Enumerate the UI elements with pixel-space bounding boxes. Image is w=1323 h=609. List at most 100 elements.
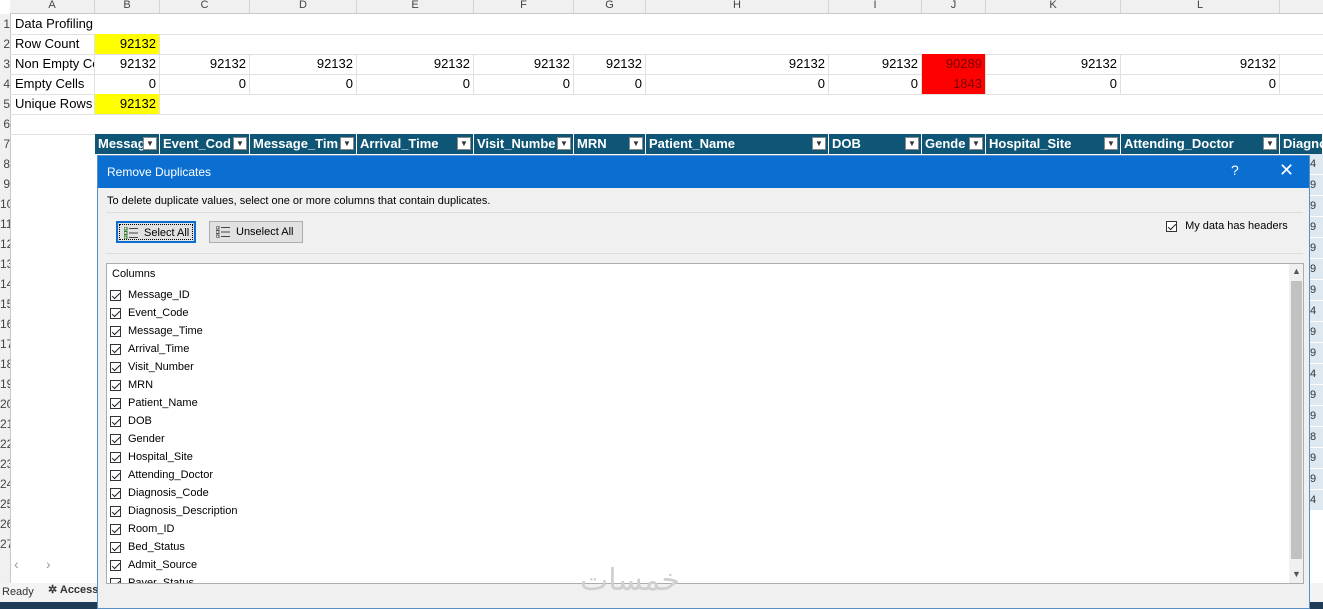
checkbox-checked-icon[interactable] — [1166, 220, 1177, 232]
unique-rows-value[interactable]: 92132 — [95, 94, 160, 114]
filter-dropdown-icon[interactable]: ▼ — [629, 137, 643, 150]
column-list-item[interactable]: Arrival_Time — [110, 340, 189, 358]
table-header-cell[interactable]: Arrival_Time ▼ — [357, 134, 474, 154]
empty-cells-value[interactable]: 0 — [357, 74, 474, 94]
help-button[interactable]: ? — [1231, 162, 1239, 178]
table-header-cell[interactable]: Gende ▼ — [922, 134, 986, 154]
empty-cells-label[interactable]: Empty Cells — [15, 74, 95, 94]
unique-rows-label[interactable]: Unique Rows — [15, 94, 95, 114]
non-empty-value[interactable]: 92132 — [474, 54, 574, 74]
non-empty-value[interactable]: 92132 — [250, 54, 357, 74]
column-letter[interactable]: K — [986, 0, 1121, 13]
table-header-cell[interactable]: Event_Cod ▼ — [160, 134, 250, 154]
row-number[interactable]: 3 — [0, 54, 10, 74]
column-list-item[interactable]: Diagnosis_Description — [110, 502, 237, 520]
table-cell[interactable]: 9 — [1310, 280, 1323, 301]
table-cell[interactable]: 9 — [1310, 238, 1323, 259]
filter-dropdown-icon[interactable]: ▼ — [340, 137, 354, 150]
row-number[interactable]: 13 — [0, 254, 10, 274]
column-list-item[interactable]: Visit_Number — [110, 358, 194, 376]
row-number[interactable]: 27 — [0, 534, 10, 554]
column-list-item[interactable]: Bed_Status — [110, 538, 185, 556]
profiling-title[interactable]: Data Profiling — [15, 14, 135, 34]
table-cell[interactable]: 9 — [1310, 469, 1323, 490]
table-cell[interactable]: 9 — [1310, 217, 1323, 238]
empty-cells-value[interactable]: 0 — [646, 74, 829, 94]
empty-cells-value[interactable]: 0 — [95, 74, 160, 94]
table-cell[interactable]: 4 — [1310, 301, 1323, 322]
accessibility-status[interactable]: ✲ Access — [48, 583, 98, 596]
checkbox-checked-icon[interactable] — [110, 469, 121, 481]
table-cell[interactable]: 9 — [1310, 196, 1323, 217]
table-cell[interactable]: 8 — [1310, 427, 1323, 448]
checkbox-checked-icon[interactable] — [110, 325, 121, 337]
row-number[interactable]: 18 — [0, 354, 10, 374]
checkbox-checked-icon[interactable] — [110, 415, 121, 427]
row-number[interactable]: 25 — [0, 494, 10, 514]
filter-dropdown-icon[interactable]: ▼ — [457, 137, 471, 150]
filter-dropdown-icon[interactable]: ▼ — [233, 137, 247, 150]
row-number[interactable]: 2 — [0, 34, 10, 54]
non-empty-value[interactable]: 92132 — [95, 54, 160, 74]
table-header-cell[interactable]: Hospital_Site ▼ — [986, 134, 1121, 154]
filter-dropdown-icon[interactable]: ▼ — [1104, 137, 1118, 150]
checkbox-checked-icon[interactable] — [110, 541, 121, 553]
next-sheet-icon[interactable]: › — [46, 556, 51, 572]
checkbox-checked-icon[interactable] — [110, 361, 121, 373]
column-list-item[interactable]: Message_ID — [110, 286, 190, 304]
column-letter[interactable]: B — [95, 0, 160, 13]
table-cell[interactable]: 9 — [1310, 406, 1323, 427]
checkbox-checked-icon[interactable] — [110, 397, 121, 409]
checkbox-checked-icon[interactable] — [110, 559, 121, 571]
row-number[interactable]: 1 — [0, 14, 10, 34]
column-letter[interactable]: G — [574, 0, 646, 13]
filter-dropdown-icon[interactable]: ▼ — [143, 137, 157, 150]
table-cell[interactable]: 9 — [1310, 259, 1323, 280]
row-number[interactable]: 20 — [0, 394, 10, 414]
scroll-thumb[interactable] — [1291, 281, 1302, 559]
list-scrollbar[interactable]: ▲ ▼ — [1289, 264, 1303, 583]
column-letter[interactable]: C — [160, 0, 250, 13]
empty-cells-value[interactable]: 0 — [574, 74, 646, 94]
row-number[interactable]: 6 — [0, 114, 10, 134]
checkbox-checked-icon[interactable] — [110, 307, 121, 319]
column-list-item[interactable]: Attending_Doctor — [110, 466, 213, 484]
checkbox-checked-icon[interactable] — [110, 433, 121, 445]
column-letter[interactable]: I — [829, 0, 922, 13]
table-header-cell[interactable]: MRN ▼ — [574, 134, 646, 154]
row-number[interactable]: 17 — [0, 334, 10, 354]
row-count-value[interactable]: 92132 — [95, 34, 160, 54]
table-cell[interactable]: 4 — [1310, 490, 1323, 511]
close-button[interactable]: ✕ — [1279, 160, 1294, 181]
non-empty-value[interactable]: 92132 — [357, 54, 474, 74]
table-header-cell[interactable]: Visit_Numbe ▼ — [474, 134, 574, 154]
table-header-cell[interactable]: Diagno — [1280, 134, 1323, 154]
checkbox-checked-icon[interactable] — [110, 487, 121, 499]
column-list-item[interactable]: Event_Code — [110, 304, 189, 322]
column-list-item[interactable]: Admit_Source — [110, 556, 197, 574]
table-header-cell[interactable]: Attending_Doctor ▼ — [1121, 134, 1280, 154]
checkbox-checked-icon[interactable] — [110, 379, 121, 391]
filter-dropdown-icon[interactable]: ▼ — [812, 137, 826, 150]
non-empty-value[interactable]: 92132 — [574, 54, 646, 74]
column-letter[interactable]: E — [357, 0, 474, 13]
checkbox-checked-icon[interactable] — [110, 343, 121, 355]
non-empty-value[interactable]: 92132 — [829, 54, 922, 74]
filter-dropdown-icon[interactable]: ▼ — [905, 137, 919, 150]
row-number[interactable]: 5 — [0, 94, 10, 114]
column-letter[interactable]: F — [474, 0, 574, 13]
column-list-item[interactable]: MRN — [110, 376, 153, 394]
checkbox-checked-icon[interactable] — [110, 523, 121, 535]
column-list-item[interactable]: Gender — [110, 430, 165, 448]
table-cell[interactable]: 9 — [1310, 343, 1323, 364]
row-number[interactable]: 8 — [0, 154, 10, 174]
column-letter[interactable]: A — [10, 0, 95, 13]
empty-cells-value[interactable]: 0 — [829, 74, 922, 94]
row-number[interactable]: 16 — [0, 314, 10, 334]
column-list-item[interactable]: Payer_Status — [110, 574, 194, 583]
column-list-item[interactable]: Room_ID — [110, 520, 174, 538]
table-cell[interactable]: 9 — [1310, 175, 1323, 196]
checkbox-checked-icon[interactable] — [110, 505, 121, 517]
row-number[interactable]: 21 — [0, 414, 10, 434]
row-number[interactable]: 4 — [0, 74, 10, 94]
